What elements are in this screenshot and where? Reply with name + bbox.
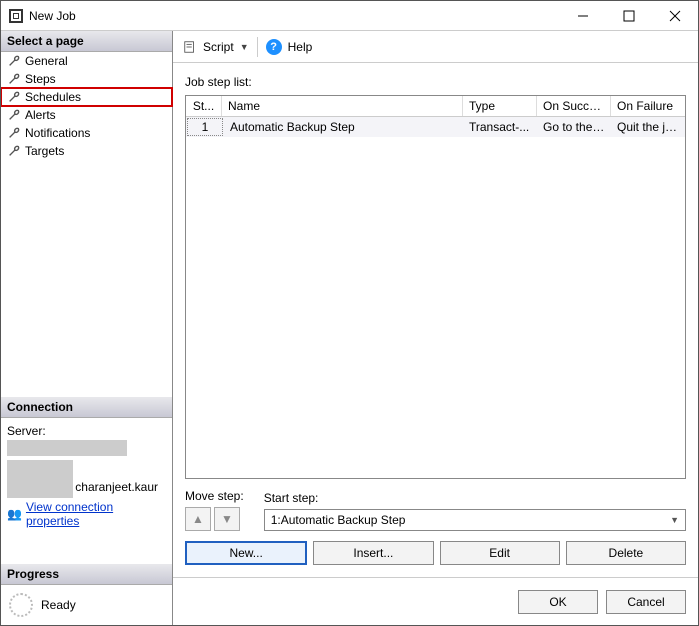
- job-step-list-label: Job step list:: [185, 75, 686, 89]
- col-on-failure[interactable]: On Failure: [611, 96, 685, 116]
- start-step-select[interactable]: 1:Automatic Backup Step ▼: [264, 509, 686, 531]
- connection-redacted: [7, 460, 73, 498]
- delete-button[interactable]: Delete: [566, 541, 686, 565]
- title-bar: New Job: [1, 1, 698, 31]
- page-schedules[interactable]: Schedules: [1, 88, 172, 106]
- spinner-icon: [9, 593, 33, 617]
- cell-on-success: Go to the ...: [537, 117, 611, 137]
- minimize-button[interactable]: [560, 1, 606, 31]
- wrench-icon: [7, 90, 21, 104]
- page-label: Targets: [25, 144, 64, 158]
- people-icon: 👥: [7, 507, 22, 521]
- job-step-grid[interactable]: St... Name Type On Success On Failure 1 …: [185, 95, 686, 479]
- page-label: Steps: [25, 72, 56, 86]
- move-up-button[interactable]: ▲: [185, 507, 211, 531]
- page-label: Notifications: [25, 126, 90, 140]
- page-label: Schedules: [25, 90, 81, 104]
- move-step-label: Move step:: [185, 489, 244, 503]
- cell-step-num: 1: [187, 118, 223, 136]
- page-label: Alerts: [25, 108, 56, 122]
- wrench-icon: [7, 126, 21, 140]
- col-step[interactable]: St...: [186, 96, 222, 116]
- cell-on-failure: Quit the jo...: [611, 117, 685, 137]
- toolbar: Script ▼ ? Help: [173, 31, 698, 63]
- ok-button[interactable]: OK: [518, 590, 598, 614]
- sidebar: Select a page General Steps Schedules Al…: [1, 31, 173, 625]
- insert-button[interactable]: Insert...: [313, 541, 433, 565]
- select-page-header: Select a page: [1, 31, 172, 52]
- edit-button[interactable]: Edit: [440, 541, 560, 565]
- help-button[interactable]: Help: [288, 40, 313, 54]
- page-alerts[interactable]: Alerts: [1, 106, 172, 124]
- dialog-window: New Job Select a page General Steps Sche…: [0, 0, 699, 626]
- script-dropdown-caret[interactable]: ▼: [240, 42, 249, 52]
- cell-type: Transact-...: [463, 117, 537, 137]
- connection-user: charanjeet.kaur: [75, 480, 166, 494]
- script-button[interactable]: Script: [203, 40, 234, 54]
- new-button[interactable]: New...: [185, 541, 307, 565]
- progress-panel: Ready: [1, 585, 172, 625]
- app-icon: [9, 9, 23, 23]
- close-button[interactable]: [652, 1, 698, 31]
- wrench-icon: [7, 72, 21, 86]
- page-general[interactable]: General: [1, 52, 172, 70]
- view-connection-properties-link[interactable]: View connection properties: [26, 500, 166, 528]
- wrench-icon: [7, 144, 21, 158]
- start-step-value: 1:Automatic Backup Step: [271, 513, 406, 527]
- progress-status: Ready: [41, 598, 76, 612]
- grid-header: St... Name Type On Success On Failure: [186, 96, 685, 117]
- page-steps[interactable]: Steps: [1, 70, 172, 88]
- wrench-icon: [7, 108, 21, 122]
- maximize-button[interactable]: [606, 1, 652, 31]
- col-on-success[interactable]: On Success: [537, 96, 611, 116]
- page-notifications[interactable]: Notifications: [1, 124, 172, 142]
- server-label: Server:: [7, 424, 166, 438]
- col-type[interactable]: Type: [463, 96, 537, 116]
- table-row[interactable]: 1 Automatic Backup Step Transact-... Go …: [186, 117, 685, 137]
- connection-panel: Server: charanjeet.kaur 👥 View connectio…: [1, 418, 172, 534]
- server-name-redacted: [7, 440, 127, 456]
- main-panel: Script ▼ ? Help Job step list: St... Nam…: [173, 31, 698, 625]
- dialog-footer: OK Cancel: [173, 577, 698, 625]
- progress-header: Progress: [1, 564, 172, 585]
- script-icon: [183, 40, 197, 54]
- page-label: General: [25, 54, 68, 68]
- start-step-label: Start step:: [264, 491, 686, 505]
- page-targets[interactable]: Targets: [1, 142, 172, 160]
- chevron-down-icon: ▼: [670, 515, 679, 525]
- wrench-icon: [7, 54, 21, 68]
- connection-header: Connection: [1, 397, 172, 418]
- cancel-button[interactable]: Cancel: [606, 590, 686, 614]
- window-title: New Job: [29, 9, 560, 23]
- move-down-button[interactable]: ▼: [214, 507, 240, 531]
- col-name[interactable]: Name: [222, 96, 463, 116]
- help-icon: ?: [266, 39, 282, 55]
- page-list: General Steps Schedules Alerts Notificat…: [1, 52, 172, 160]
- cell-name: Automatic Backup Step: [224, 117, 463, 137]
